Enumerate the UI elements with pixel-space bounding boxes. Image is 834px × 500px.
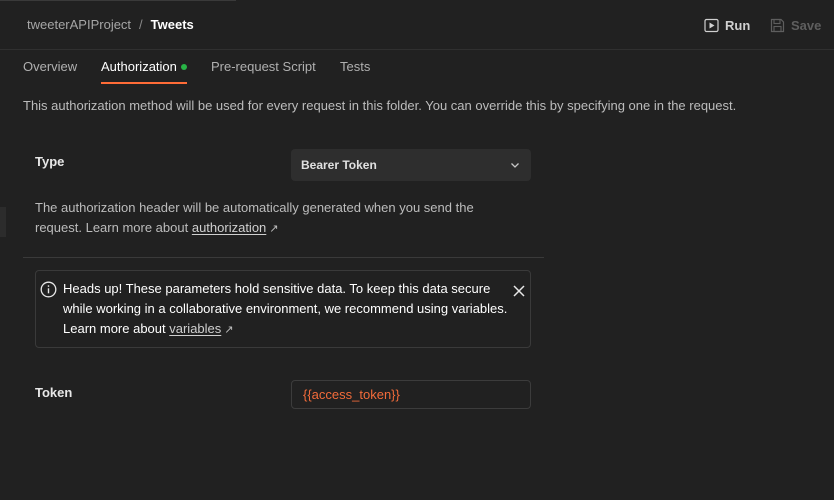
breadcrumb-project[interactable]: tweeterAPIProject bbox=[27, 17, 131, 32]
alert-message: Heads up! These parameters hold sensitiv… bbox=[63, 279, 508, 340]
status-dot bbox=[180, 64, 187, 70]
breadcrumb-current[interactable]: Tweets bbox=[151, 17, 194, 32]
info-icon bbox=[40, 281, 57, 298]
breadcrumb-separator: / bbox=[139, 17, 143, 32]
auth-description: The authorization header will be automat… bbox=[35, 198, 495, 239]
close-icon[interactable] bbox=[512, 284, 526, 298]
save-label: Save bbox=[791, 17, 822, 33]
chevron-down-icon bbox=[511, 163, 519, 168]
breadcrumb: tweeterAPIProject / Tweets bbox=[27, 17, 194, 32]
tab-bar: Overview Authorization Pre-request Scrip… bbox=[0, 50, 834, 84]
alert-text: Heads up! These parameters hold sensitiv… bbox=[63, 281, 508, 336]
divider bbox=[23, 257, 544, 258]
variables-link[interactable]: variables bbox=[169, 321, 221, 336]
external-link-icon: ↗ bbox=[269, 223, 279, 235]
play-icon bbox=[704, 18, 719, 32]
tab-authorization[interactable]: Authorization bbox=[101, 59, 187, 84]
save-button[interactable]: Save bbox=[770, 16, 821, 34]
type-label: Type bbox=[35, 154, 65, 169]
intro-text: This authorization method will be used f… bbox=[23, 98, 737, 113]
sidebar-edge bbox=[0, 207, 6, 237]
token-label: Token bbox=[35, 385, 73, 400]
top-bar: tweeterAPIProject / Tweets Run Save bbox=[0, 0, 834, 50]
external-link-icon: ↗ bbox=[224, 324, 234, 336]
sensitive-data-alert: Heads up! These parameters hold sensitiv… bbox=[35, 270, 531, 348]
token-value: {{access_token}} bbox=[303, 387, 400, 402]
tab-indicator-line bbox=[0, 0, 236, 1]
auth-type-select[interactable]: Bearer Token bbox=[291, 149, 531, 181]
tab-overview[interactable]: Overview bbox=[23, 59, 77, 84]
save-icon bbox=[770, 18, 785, 32]
tab-pre-request-script[interactable]: Pre-request Script bbox=[211, 59, 316, 84]
token-input[interactable]: {{access_token}} bbox=[291, 380, 531, 409]
tab-label: Tests bbox=[340, 59, 371, 74]
tab-label: Overview bbox=[23, 59, 78, 74]
auth-type-value: Bearer Token bbox=[301, 158, 377, 172]
tab-tests[interactable]: Tests bbox=[340, 59, 370, 84]
tab-label: Authorization bbox=[101, 59, 177, 74]
authorization-link[interactable]: authorization bbox=[192, 220, 266, 235]
tab-label: Pre-request Script bbox=[211, 59, 316, 74]
run-label: Run bbox=[725, 17, 751, 33]
run-button[interactable]: Run bbox=[704, 16, 750, 34]
